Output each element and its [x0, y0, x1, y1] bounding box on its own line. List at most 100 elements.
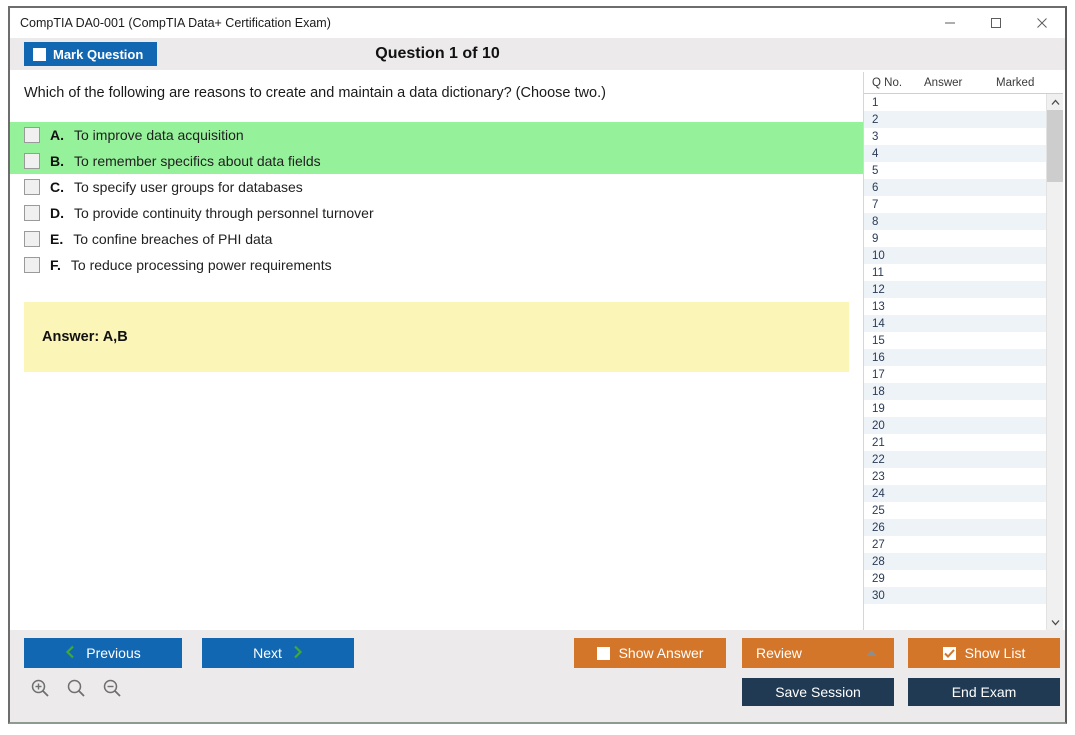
chevron-up-icon[interactable]: [1047, 94, 1063, 110]
question-row-number: 2: [872, 113, 879, 126]
question-list-row[interactable]: 12: [864, 281, 1046, 298]
question-row-number: 26: [872, 521, 885, 534]
show-list-checkbox[interactable]: [942, 646, 956, 660]
minimize-button[interactable]: [927, 8, 973, 38]
option-letter-f: F.: [50, 257, 61, 273]
option-row-b[interactable]: B. To remember specifics about data fiel…: [10, 148, 863, 174]
option-letter-c: C.: [50, 179, 64, 195]
question-list-row[interactable]: 22: [864, 451, 1046, 468]
question-list-row[interactable]: 17: [864, 366, 1046, 383]
save-session-button[interactable]: Save Session: [742, 678, 894, 706]
question-row-number: 4: [872, 147, 879, 160]
question-list-row[interactable]: 15: [864, 332, 1046, 349]
scrollbar-track[interactable]: [1047, 110, 1063, 614]
answer-text: Answer: A,B: [42, 329, 128, 345]
question-row-number: 8: [872, 215, 879, 228]
question-list-row[interactable]: 26: [864, 519, 1046, 536]
option-text-a: To improve data acquisition: [74, 127, 244, 143]
question-list-row[interactable]: 19: [864, 400, 1046, 417]
question-list-row[interactable]: 29: [864, 570, 1046, 587]
question-list-row[interactable]: 13: [864, 298, 1046, 315]
review-label: Review: [756, 645, 802, 661]
question-list-row[interactable]: 16: [864, 349, 1046, 366]
option-row-c[interactable]: C. To specify user groups for databases: [10, 174, 863, 200]
question-row-number: 10: [872, 249, 885, 262]
question-pane: Which of the following are reasons to cr…: [10, 70, 863, 630]
show-answer-label: Show Answer: [618, 645, 704, 661]
show-list-button[interactable]: Show List: [908, 638, 1060, 668]
header-toolbar: Mark Question Question 1 of 10: [10, 38, 1065, 70]
question-list-row[interactable]: 6: [864, 179, 1046, 196]
option-row-d[interactable]: D. To provide continuity through personn…: [10, 200, 863, 226]
question-list-scroll-area: 1 2 3 4 5 6 7 8 9 10 11 12 13 14 15 16 17 18 19 20 21 22 23 24 2…: [864, 94, 1063, 630]
caret-up-icon[interactable]: [865, 649, 878, 657]
title-bar: CompTIA DA0-001 (CompTIA Data+ Certifica…: [10, 8, 1065, 38]
question-list-row[interactable]: 27: [864, 536, 1046, 553]
show-answer-checkbox[interactable]: [596, 646, 610, 660]
option-checkbox-f[interactable]: [24, 257, 40, 273]
question-counter: Question 1 of 10: [375, 45, 500, 62]
mark-question-checkbox[interactable]: [33, 47, 46, 61]
question-list-row[interactable]: 24: [864, 485, 1046, 502]
question-row-number: 30: [872, 589, 885, 602]
question-text: Which of the following are reasons to cr…: [24, 85, 606, 101]
question-list-row[interactable]: 9: [864, 230, 1046, 247]
option-letter-a: A.: [50, 127, 64, 143]
close-button[interactable]: [1019, 8, 1065, 38]
zoom-in-icon[interactable]: [28, 676, 52, 700]
question-list-row[interactable]: 10: [864, 247, 1046, 264]
question-list-row[interactable]: 28: [864, 553, 1046, 570]
previous-label: Previous: [86, 645, 141, 661]
option-row-a[interactable]: A. To improve data acquisition: [10, 122, 863, 148]
question-row-number: 13: [872, 300, 885, 313]
question-list-row[interactable]: 30: [864, 587, 1046, 604]
scrollbar-thumb[interactable]: [1047, 110, 1063, 182]
save-session-label: Save Session: [775, 684, 861, 700]
option-checkbox-e[interactable]: [24, 231, 40, 247]
option-row-e[interactable]: E. To confine breaches of PHI data: [10, 226, 863, 252]
mark-question-button[interactable]: Mark Question: [24, 42, 158, 66]
previous-button[interactable]: Previous: [24, 638, 182, 668]
question-row-number: 17: [872, 368, 885, 381]
option-checkbox-b[interactable]: [24, 153, 40, 169]
option-checkbox-c[interactable]: [24, 179, 40, 195]
question-list-row[interactable]: 20: [864, 417, 1046, 434]
option-checkbox-a[interactable]: [24, 127, 40, 143]
question-row-number: 7: [872, 198, 879, 211]
option-text-c: To specify user groups for databases: [74, 179, 303, 195]
option-letter-d: D.: [50, 205, 64, 221]
question-list-row[interactable]: 18: [864, 383, 1046, 400]
question-list-row[interactable]: 11: [864, 264, 1046, 281]
question-list-row[interactable]: 4: [864, 145, 1046, 162]
end-exam-button[interactable]: End Exam: [908, 678, 1060, 706]
question-list-row[interactable]: 21: [864, 434, 1046, 451]
question-list-row[interactable]: 5: [864, 162, 1046, 179]
chevron-down-icon[interactable]: [1047, 614, 1063, 630]
question-list-row[interactable]: 7: [864, 196, 1046, 213]
question-list-row[interactable]: 14: [864, 315, 1046, 332]
next-button[interactable]: Next: [202, 638, 354, 668]
question-list-rows: 1 2 3 4 5 6 7 8 9 10 11 12 13 14 15 16 17 18 19 20 21 22 23 24 2…: [864, 94, 1046, 630]
show-answer-button[interactable]: Show Answer: [574, 638, 726, 668]
question-list-row[interactable]: 2: [864, 111, 1046, 128]
window-title: CompTIA DA0-001 (CompTIA Data+ Certifica…: [20, 16, 331, 30]
column-header-q-no: Q No.: [872, 76, 903, 89]
question-row-number: 21: [872, 436, 885, 449]
zoom-out-icon[interactable]: [100, 676, 124, 700]
question-row-number: 23: [872, 470, 885, 483]
question-list-row[interactable]: 23: [864, 468, 1046, 485]
option-letter-b: B.: [50, 153, 64, 169]
question-list-row[interactable]: 25: [864, 502, 1046, 519]
answer-panel: Answer: A,B: [24, 302, 849, 372]
question-list-row[interactable]: 3: [864, 128, 1046, 145]
column-header-marked: Marked: [996, 76, 1035, 89]
question-row-number: 11: [872, 266, 884, 279]
maximize-button[interactable]: [973, 8, 1019, 38]
question-list-scrollbar[interactable]: [1046, 94, 1063, 630]
question-list-row[interactable]: 1: [864, 94, 1046, 111]
question-list-row[interactable]: 8: [864, 213, 1046, 230]
option-row-f[interactable]: F. To reduce processing power requiremen…: [10, 252, 863, 278]
review-dropdown-button[interactable]: Review: [742, 638, 894, 668]
zoom-reset-icon[interactable]: [64, 676, 88, 700]
option-checkbox-d[interactable]: [24, 205, 40, 221]
